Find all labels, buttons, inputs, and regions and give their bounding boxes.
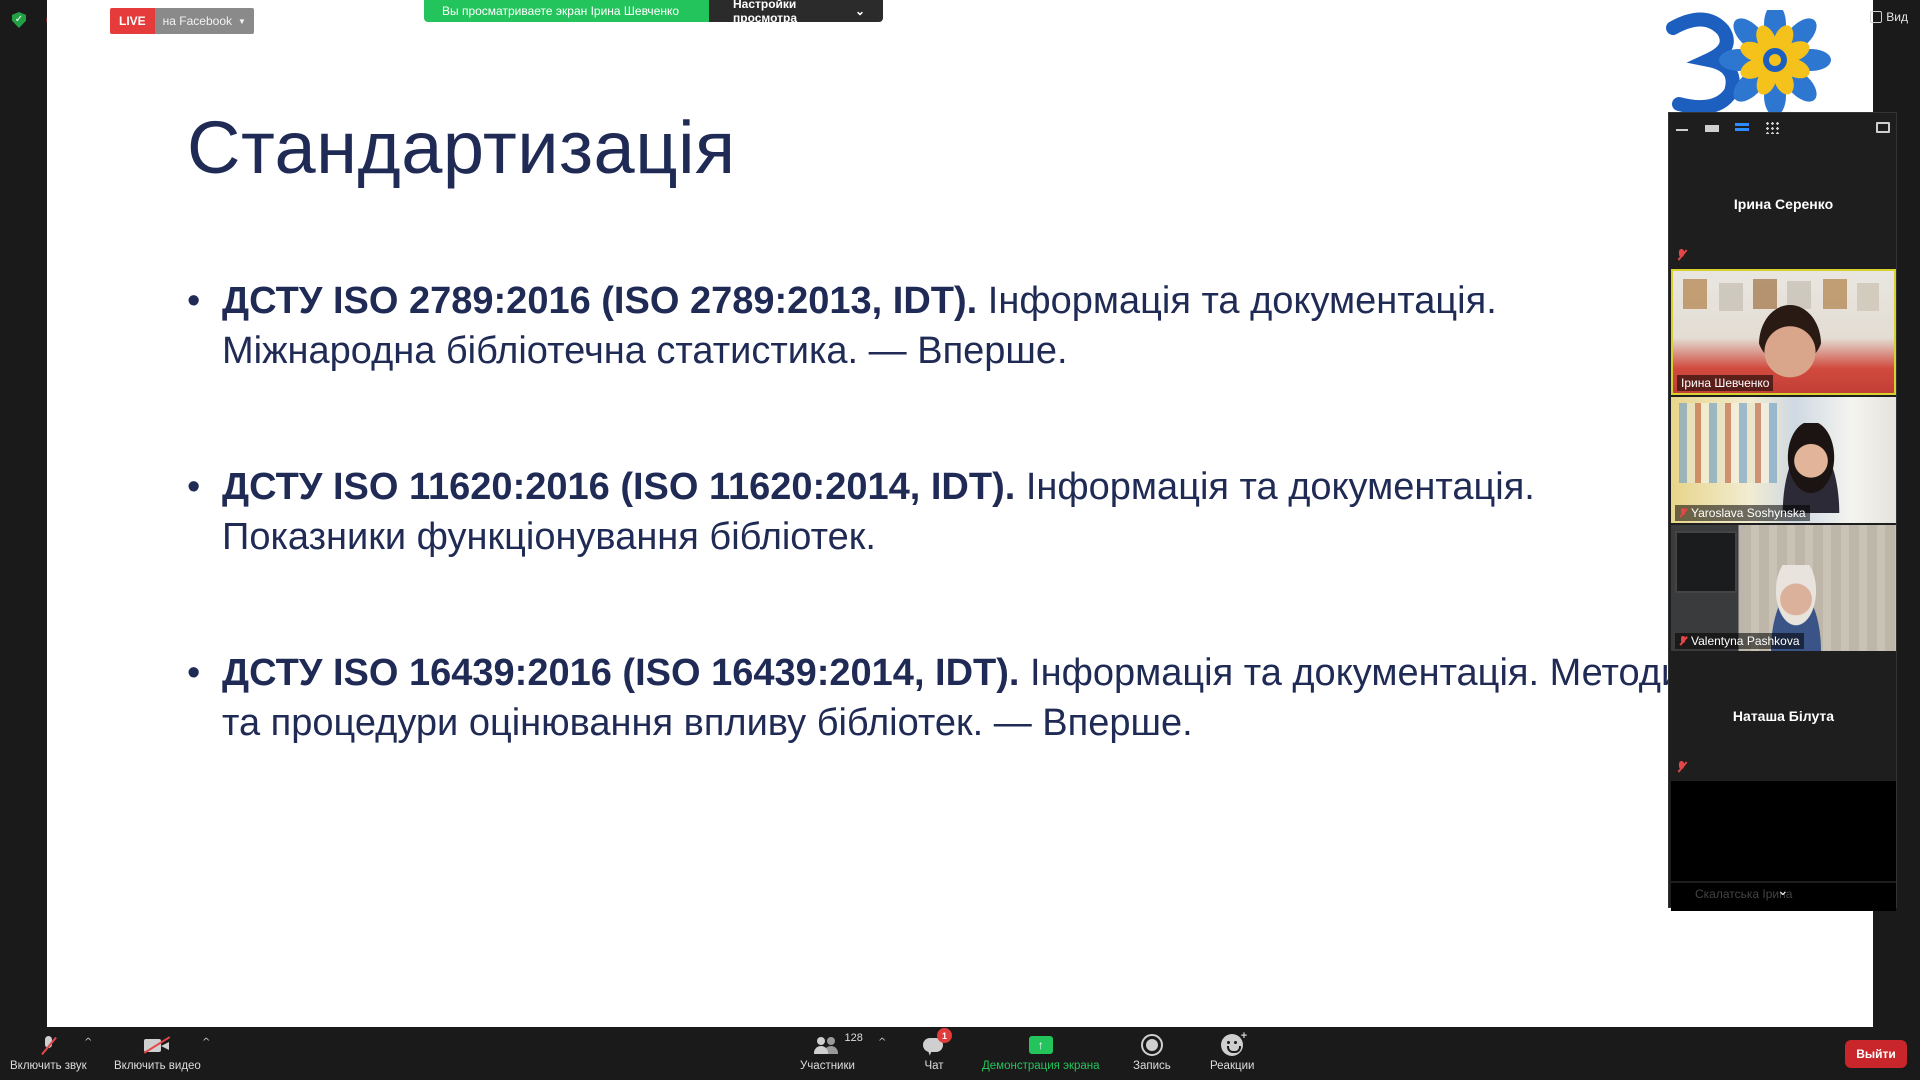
participant-name: Наташа Білута [1732, 708, 1835, 724]
screen-share-banner: Вы просматриваете экран Ірина Шевченко Н… [424, 0, 883, 25]
live-platform-label: на Facebook [162, 14, 233, 28]
chevron-down-icon[interactable]: ⌄ [1777, 883, 1789, 899]
participant-tile[interactable]: Ірина Серенко [1671, 141, 1896, 267]
start-video-button[interactable]: Включить видео [114, 1032, 201, 1072]
bullet-standard: ДСТУ ISO 2789:2016 (ISO 2789:2013, IDT). [222, 280, 978, 322]
reactions-button[interactable]: + Реакции [1210, 1030, 1255, 1072]
participants-label: Участники [800, 1060, 855, 1072]
video-options-caret-icon[interactable]: ^ [202, 1037, 210, 1048]
muted-mic-icon [1679, 636, 1687, 646]
bullet-item: ДСТУ ISO 2789:2016 (ISO 2789:2013, IDT).… [187, 276, 1707, 376]
participants-options-caret-icon[interactable]: ^ [878, 1037, 886, 1048]
smiley-face-icon: + [1221, 1030, 1247, 1056]
record-icon [1140, 1034, 1163, 1056]
participant-video-tile[interactable] [1671, 781, 1896, 881]
participant-tile[interactable]: Наташа Білута [1671, 653, 1896, 779]
share-screen-label: Демонстрация экрана [982, 1060, 1100, 1072]
minimize-icon[interactable] [1675, 122, 1689, 132]
participants-video-panel: Ірина Серенко Ірина Шевченко Yaroslava S… [1668, 112, 1897, 911]
participants-icon [814, 1036, 840, 1054]
chat-button[interactable]: 1 Чат [923, 1028, 952, 1072]
participant-name: Ірина Серенко [1733, 196, 1834, 212]
background-monitor [1675, 531, 1737, 593]
share-screen-button[interactable]: ↑ Демонстрация экрана [982, 1032, 1100, 1072]
zoom-meeting-window: ✓ Стандартизація ДСТУ ISO 2789:2016 (ISO… [0, 0, 1920, 1080]
record-label: Запись [1133, 1060, 1171, 1072]
participant-label: Ірина Шевченко [1677, 375, 1774, 391]
video-panel-toolbar [1669, 113, 1896, 141]
audio-options-caret-icon[interactable]: ^ [84, 1037, 92, 1048]
video-off-icon [144, 1037, 170, 1053]
view-menu-label: Вид [1886, 10, 1908, 24]
live-label: LIVE [110, 8, 155, 34]
leave-meeting-button[interactable]: Выйти [1845, 1040, 1907, 1068]
participants-button[interactable]: 128 Участники [800, 1032, 863, 1072]
bullet-item: ДСТУ ISO 16439:2016 (ISO 16439:2014, IDT… [187, 648, 1707, 748]
strip-view-icon[interactable] [1735, 123, 1749, 131]
participant-video-tile[interactable]: Valentyna Pashkova [1671, 525, 1896, 651]
bullet-item: ДСТУ ISO 11620:2016 (ISO 11620:2014, IDT… [187, 462, 1707, 562]
muted-mic-icon [1677, 761, 1687, 773]
participants-count: 128 [844, 1032, 863, 1044]
participant-label: Yaroslava Soshynska [1675, 505, 1810, 521]
view-options-button[interactable]: Настройки просмотра ⌄ [709, 0, 883, 25]
live-platform[interactable]: на Facebook ▼ [154, 8, 254, 34]
view-grid-icon [1870, 11, 1883, 23]
participant-video-tile[interactable]: Yaroslava Soshynska [1671, 397, 1896, 523]
meeting-controls-toolbar: Включить звук ^ Включить видео ^ 128 Уча… [0, 1027, 1920, 1080]
participant-label: Valentyna Pashkova [1675, 633, 1804, 649]
slide-bullets: ДСТУ ISO 2789:2016 (ISO 2789:2013, IDT).… [187, 276, 1707, 834]
record-button[interactable]: Запись [1133, 1032, 1171, 1072]
view-menu-button[interactable]: Вид [1870, 10, 1908, 24]
participant-video [1775, 423, 1847, 513]
view-options-label: Настройки просмотра [733, 0, 798, 25]
reactions-label: Реакции [1210, 1060, 1255, 1072]
unmute-button[interactable]: Включить звук [10, 1032, 87, 1072]
start-video-label: Включить видео [114, 1060, 201, 1072]
live-stream-badge[interactable]: LIVE на Facebook ▼ [110, 8, 254, 34]
participant-name: Yaroslava Soshynska [1691, 506, 1806, 520]
exit-panel-icon[interactable] [1876, 121, 1890, 133]
single-video-icon[interactable] [1705, 124, 1719, 132]
bullet-standard: ДСТУ ISO 16439:2016 (ISO 16439:2014, IDT… [222, 652, 1020, 694]
share-screen-icon: ↑ [1028, 1036, 1053, 1054]
caret-down-icon: ▼ [238, 16, 246, 26]
muted-microphone-icon [41, 1035, 55, 1055]
chat-label: Чат [924, 1060, 944, 1072]
chevron-down-icon: ⌄ [854, 4, 865, 18]
shared-slide: Стандартизація ДСТУ ISO 2789:2016 (ISO 2… [47, 0, 1873, 1027]
participant-tile-partial[interactable]: Скалатська Ірина ⌄ [1671, 883, 1896, 911]
encryption-shield-icon[interactable]: ✓ [12, 12, 26, 28]
muted-mic-icon [1679, 508, 1687, 518]
bullet-standard: ДСТУ ISO 11620:2016 (ISO 11620:2014, IDT… [222, 466, 1016, 508]
participant-name: Valentyna Pashkova [1691, 634, 1800, 648]
unmute-label: Включить звук [10, 1060, 87, 1072]
viewing-screen-label: Вы просматриваете экран Ірина Шевченко [424, 0, 709, 22]
background-board [1679, 403, 1779, 483]
gallery-grid-icon[interactable] [1765, 120, 1780, 134]
participant-video-tile[interactable]: Ірина Шевченко [1671, 269, 1896, 395]
participant-name: Ірина Шевченко [1681, 376, 1770, 390]
slide-title: Стандартизація [187, 106, 736, 189]
chat-unread-badge: 1 [937, 1028, 952, 1043]
anniversary-30-logo [1666, 10, 1831, 114]
participant-video [1759, 305, 1821, 383]
muted-mic-icon [1677, 249, 1687, 261]
